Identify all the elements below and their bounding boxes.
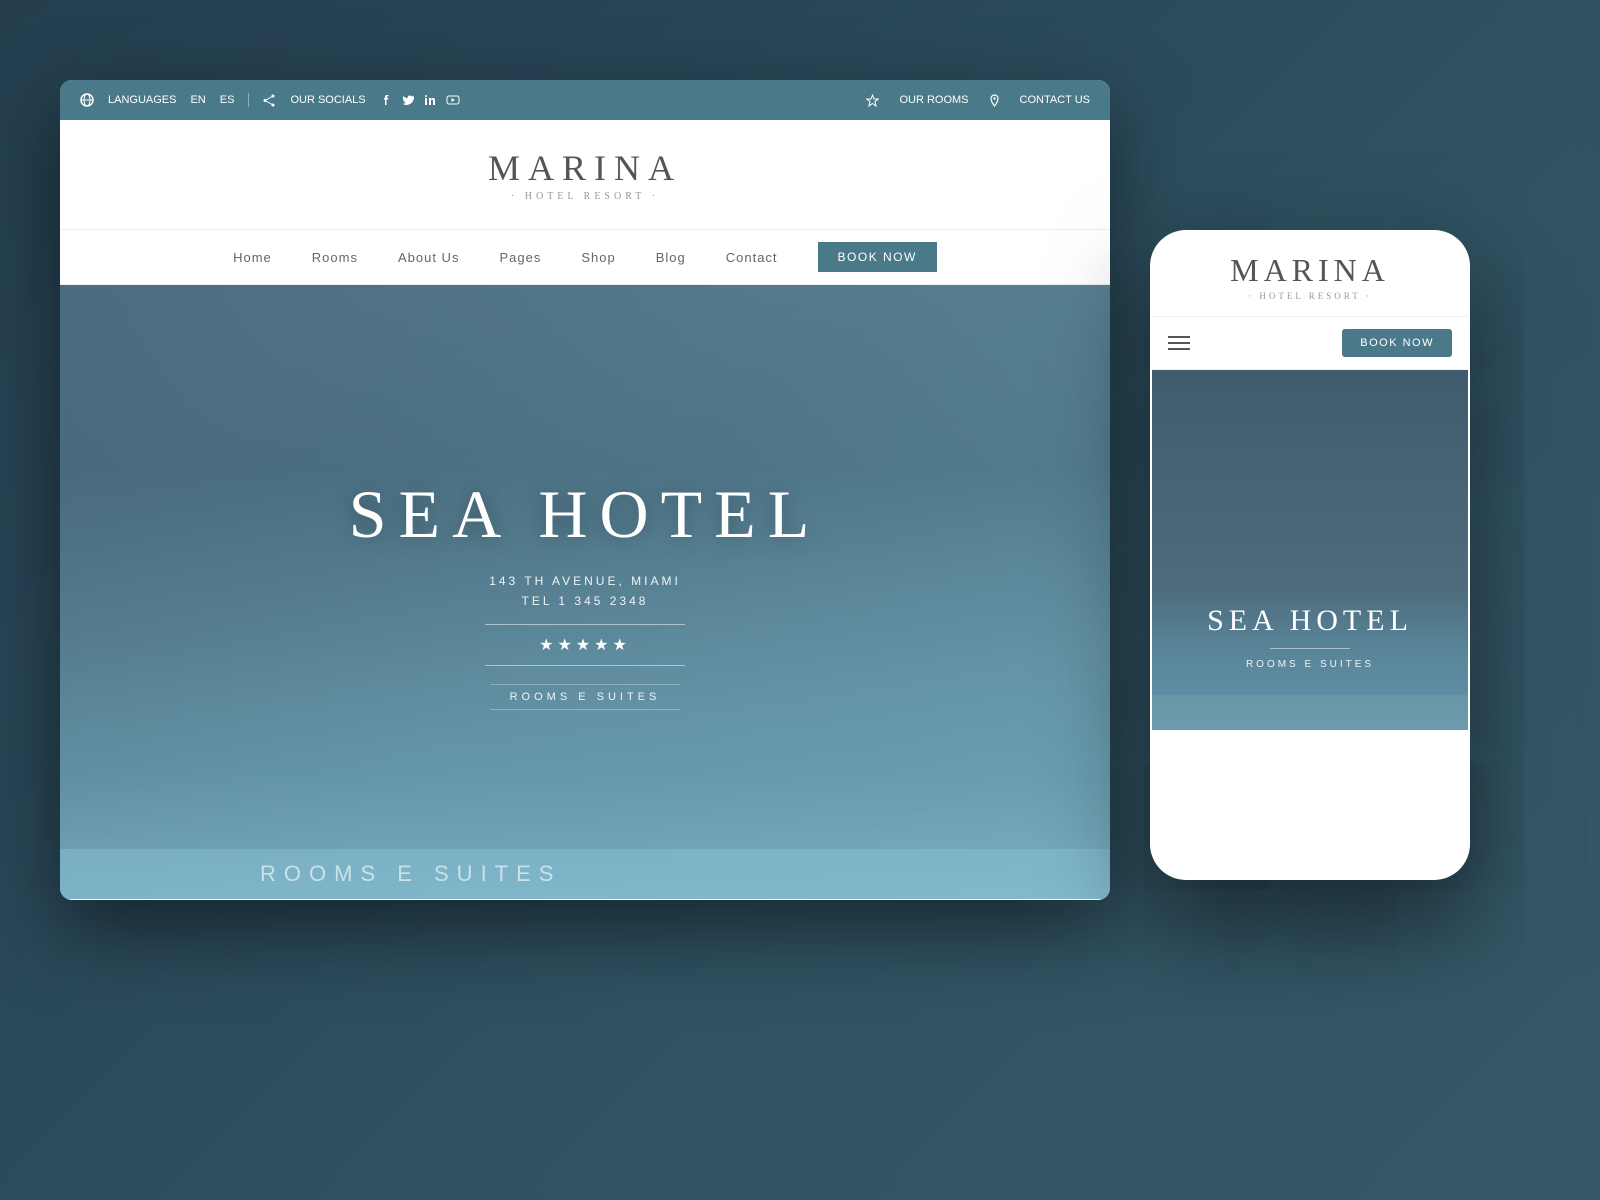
header: MARINA · HOTEL RESORT · xyxy=(60,120,1110,230)
nav-shop[interactable]: Shop xyxy=(581,250,615,265)
nav-home[interactable]: Home xyxy=(233,250,272,265)
brand-logo[interactable]: MARINA · HOTEL RESORT · xyxy=(488,147,682,202)
nav-about[interactable]: About Us xyxy=(398,250,459,265)
hero-tel: TEL 1 345 2348 xyxy=(349,594,822,608)
nav-blog[interactable]: Blog xyxy=(656,250,686,265)
languages-label[interactable]: LANGUAGES xyxy=(108,94,176,106)
globe-icon xyxy=(80,93,94,107)
bottom-rooms-text: ROOMS E SUITES xyxy=(260,861,561,887)
mobile-hero-bottom xyxy=(1152,695,1468,730)
hamburger-line-3 xyxy=(1168,348,1190,350)
mobile-book-btn[interactable]: BOOK NOW xyxy=(1342,329,1452,357)
nav-pages[interactable]: Pages xyxy=(499,250,541,265)
share-icon xyxy=(263,94,276,107)
hero-divider-top xyxy=(485,624,685,625)
nav-contact[interactable]: Contact xyxy=(726,250,778,265)
twitter-icon[interactable] xyxy=(402,94,414,106)
hamburger-menu[interactable] xyxy=(1168,336,1190,350)
mobile-hero-title: SEA HOTEL xyxy=(1152,604,1468,638)
book-now-btn[interactable]: BOOK NOW xyxy=(818,242,937,272)
hamburger-line-1 xyxy=(1168,336,1190,338)
social-icons xyxy=(380,94,460,106)
divider xyxy=(248,93,249,107)
hero-section: SEA HOTEL 143 TH AVENUE, MIAMI TEL 1 345… xyxy=(60,285,1110,899)
youtube-icon[interactable] xyxy=(446,94,460,106)
star-icon xyxy=(866,94,879,107)
top-bar-left: LANGUAGES EN ES OUR SOCIALS xyxy=(80,93,460,107)
mobile-header: MARINA · HOTEL RESORT · xyxy=(1152,232,1468,317)
brand-name: MARINA xyxy=(488,147,682,189)
mobile-brand-name: MARINA xyxy=(1172,252,1448,289)
mobile-mockup: MARINA · HOTEL RESORT · BOOK NOW SEA HOT… xyxy=(1150,230,1470,880)
rooms-nav-label[interactable]: OUR ROOMS xyxy=(899,94,968,106)
mobile-nav: BOOK NOW xyxy=(1152,317,1468,370)
linkedin-icon[interactable] xyxy=(424,94,436,106)
hero-title: SEA HOTEL xyxy=(349,475,822,554)
mobile-brand-subtitle: · HOTEL RESORT · xyxy=(1172,291,1448,301)
brand-subtitle: · HOTEL RESORT · xyxy=(488,191,682,202)
mobile-hero-content: SEA HOTEL ROOMS E SUITES xyxy=(1152,604,1468,670)
pin-icon xyxy=(989,94,1000,107)
hero-bottom-banner: ROOMS E SUITES xyxy=(60,849,1110,899)
hero-rooms-label[interactable]: ROOMS E SUITES xyxy=(490,684,681,710)
socials-label[interactable]: OUR SOCIALS xyxy=(290,94,365,106)
hamburger-line-2 xyxy=(1168,342,1190,344)
top-bar-right: OUR ROOMS CONTACT US xyxy=(866,94,1090,107)
main-nav: Home Rooms About Us Pages Shop Blog Cont… xyxy=(60,230,1110,285)
top-bar: LANGUAGES EN ES OUR SOCIALS xyxy=(60,80,1110,120)
hero-divider-bottom xyxy=(485,665,685,666)
mobile-hero-rooms: ROOMS E SUITES xyxy=(1152,659,1468,670)
hero-content: SEA HOTEL 143 TH AVENUE, MIAMI TEL 1 345… xyxy=(349,475,822,710)
mobile-hero-divider xyxy=(1270,648,1350,649)
desktop-mockup: LANGUAGES EN ES OUR SOCIALS xyxy=(60,80,1110,900)
nav-rooms[interactable]: Rooms xyxy=(312,250,358,265)
lang-en[interactable]: EN xyxy=(190,94,205,106)
hero-stars: ★★★★★ xyxy=(349,635,822,655)
lang-es[interactable]: ES xyxy=(220,94,235,106)
facebook-icon[interactable] xyxy=(380,94,392,106)
mobile-hero: SEA HOTEL ROOMS E SUITES xyxy=(1152,370,1468,730)
hero-address: 143 TH AVENUE, MIAMI xyxy=(349,574,822,588)
contact-nav-label[interactable]: CONTACT US xyxy=(1020,94,1091,106)
